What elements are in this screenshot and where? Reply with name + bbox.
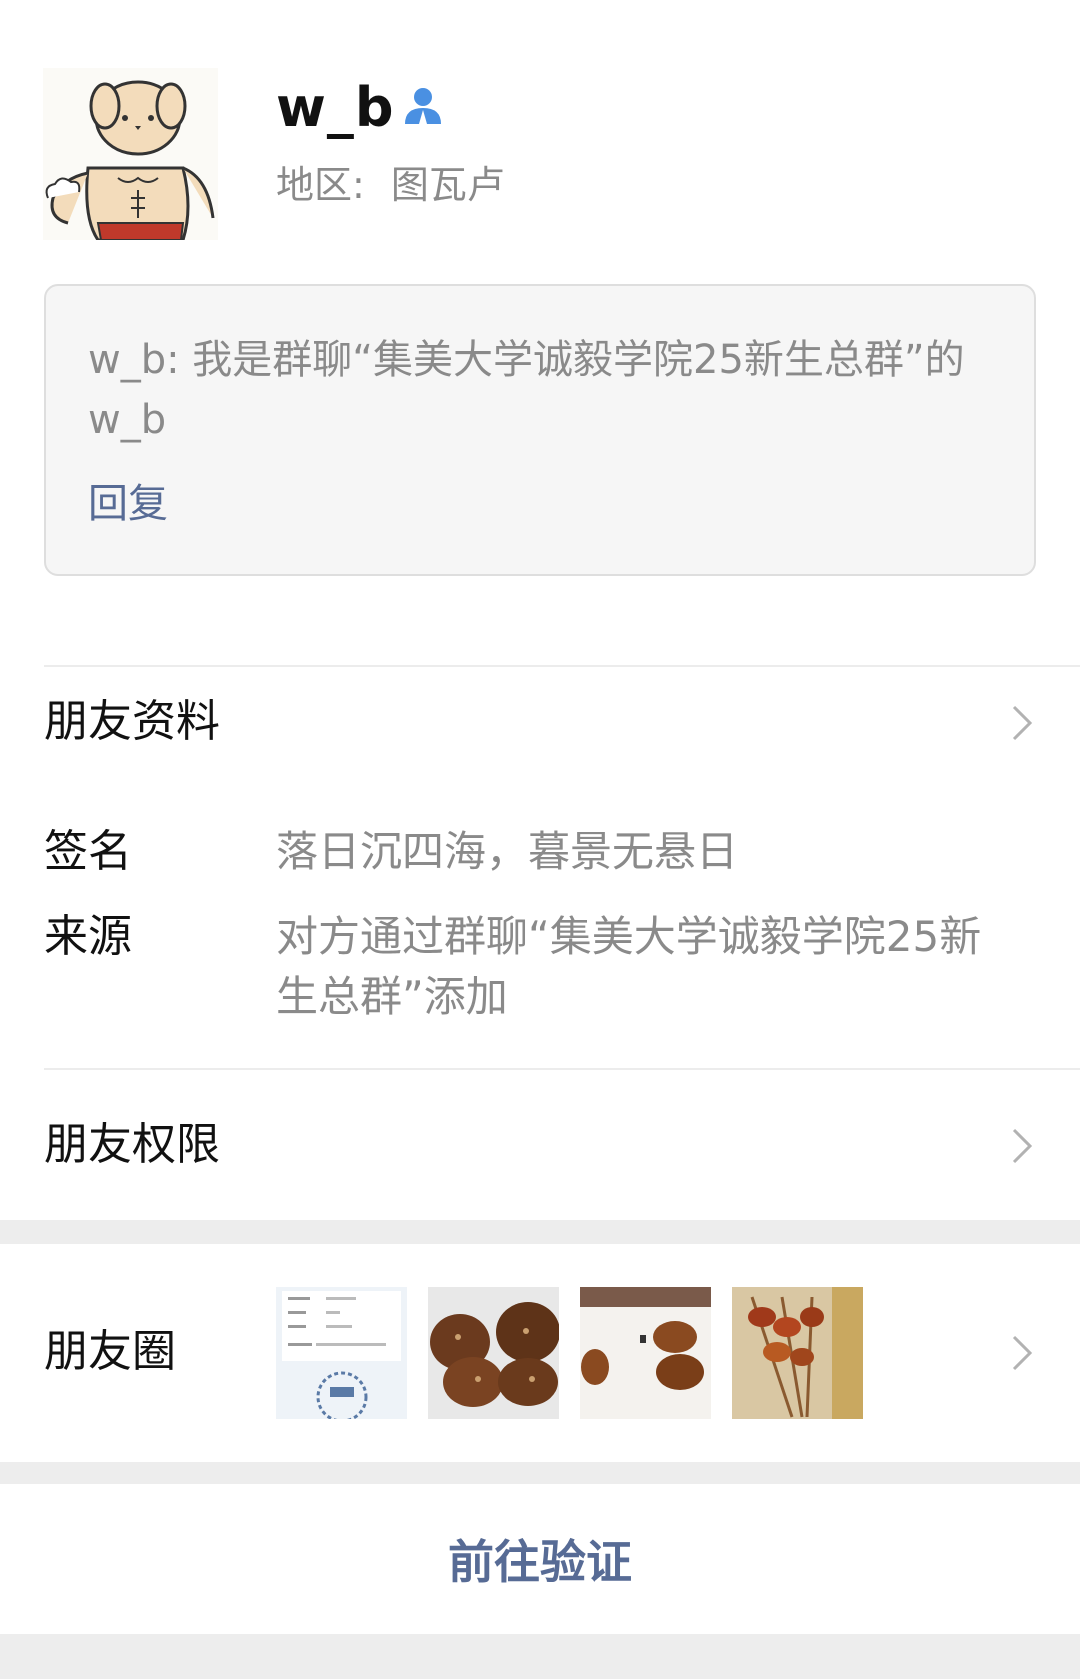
source-value: 对方通过群聊“集美大学诚毅学院25新生总群”添加 bbox=[276, 912, 982, 1021]
moments-thumbnail[interactable] bbox=[580, 1287, 711, 1419]
profile-header: w_b 地区: 图瓦卢 bbox=[0, 0, 1080, 270]
chevron-right-icon bbox=[1012, 1128, 1033, 1164]
signature-value: 落日沉四海，暮景无悬日 bbox=[276, 827, 739, 876]
region-label: 地区: bbox=[276, 163, 365, 207]
moments-thumbnail[interactable] bbox=[276, 1287, 407, 1419]
friend-permissions-title: 朋友权限 bbox=[44, 1119, 220, 1170]
region: 地区: 图瓦卢 bbox=[276, 160, 505, 210]
source-label: 来源 bbox=[44, 911, 132, 962]
verification-message-card: w_b: 我是群聊“集美大学诚毅学院25新生总群”的w_b 回复 bbox=[44, 284, 1036, 576]
moments-thumbnails bbox=[276, 1287, 863, 1419]
moments-thumbnail[interactable] bbox=[732, 1287, 863, 1419]
friend-info-row[interactable]: 朋友资料 bbox=[0, 667, 1080, 777]
nickname: w_b bbox=[276, 76, 395, 139]
signature-label: 签名 bbox=[44, 826, 132, 877]
moments-title: 朋友圈 bbox=[44, 1326, 176, 1377]
reply-link[interactable]: 回复 bbox=[88, 476, 168, 532]
user-badge-icon bbox=[402, 84, 444, 126]
region-value: 图瓦卢 bbox=[390, 163, 505, 207]
go-verify-button[interactable]: 前往验证 bbox=[0, 1484, 1080, 1634]
chevron-right-icon bbox=[1012, 705, 1033, 741]
friend-permissions-row[interactable]: 朋友权限 bbox=[0, 1070, 1080, 1220]
bottom-separator bbox=[0, 1634, 1080, 1679]
section-separator bbox=[0, 1462, 1080, 1484]
avatar[interactable] bbox=[43, 68, 218, 240]
chevron-right-icon bbox=[1012, 1335, 1033, 1371]
friend-info-title: 朋友资料 bbox=[44, 696, 220, 747]
moments-thumbnail[interactable] bbox=[428, 1287, 559, 1419]
section-separator bbox=[0, 1220, 1080, 1244]
verification-message: w_b: 我是群聊“集美大学诚毅学院25新生总群”的w_b bbox=[88, 337, 965, 443]
